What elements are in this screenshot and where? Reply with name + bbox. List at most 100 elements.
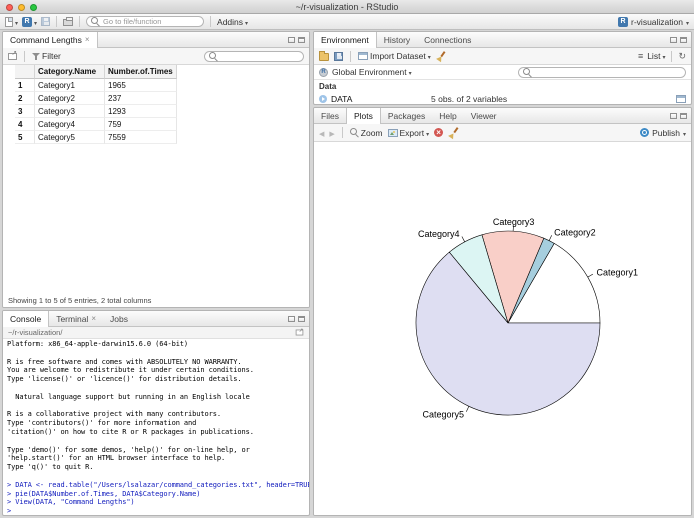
zoom-window-button[interactable] <box>30 3 37 11</box>
table-cell[interactable]: 4 <box>15 118 35 131</box>
clear-workspace-icon[interactable] <box>436 51 446 62</box>
pie-label: Category1 <box>597 268 639 278</box>
environment-object-row[interactable]: DATA 5 obs. of 2 variables <box>314 92 691 104</box>
list-view-button[interactable]: List <box>647 51 665 61</box>
close-window-button[interactable] <box>6 3 13 11</box>
pane-buttons <box>670 32 691 47</box>
environment-search-input[interactable] <box>535 67 681 77</box>
tab-console[interactable]: Console <box>3 311 50 327</box>
export-button[interactable]: Export <box>387 128 430 138</box>
open-in-window-icon[interactable] <box>8 49 17 60</box>
column-header[interactable]: Category.Name <box>35 65 105 79</box>
table-cell[interactable]: 237 <box>105 92 177 105</box>
load-workspace-icon[interactable] <box>319 50 329 61</box>
tab-connections[interactable]: Connections <box>417 32 478 47</box>
chevron-down-icon <box>686 17 689 27</box>
table-row[interactable]: 1 Category1 1965 <box>15 79 177 92</box>
maximize-pane-icon[interactable] <box>298 36 305 43</box>
next-plot-icon[interactable] <box>329 128 334 138</box>
view-data-icon[interactable] <box>676 94 686 103</box>
project-selector[interactable]: r-visualization <box>618 16 689 27</box>
save-icon[interactable] <box>41 17 51 26</box>
table-cell[interactable]: 7559 <box>105 131 177 144</box>
table-cell[interactable]: Category3 <box>35 105 105 118</box>
close-icon[interactable]: × <box>91 314 96 323</box>
maximize-pane-icon[interactable] <box>680 112 687 119</box>
global-environment-dropdown[interactable]: Global Environment <box>332 67 412 77</box>
table-row[interactable]: 5 Category5 7559 <box>15 131 177 144</box>
table-row[interactable]: 3 Category3 1293 <box>15 105 177 118</box>
clear-plots-icon[interactable] <box>448 127 458 138</box>
tab-viewer[interactable]: Viewer <box>464 108 504 123</box>
tab-plots[interactable]: Plots <box>345 108 381 124</box>
tab-help[interactable]: Help <box>432 108 463 123</box>
console-line: R is a collaborative project with many c… <box>7 410 221 419</box>
table-cell[interactable]: Category4 <box>35 118 105 131</box>
maximize-pane-icon[interactable] <box>680 36 687 43</box>
minimize-pane-icon[interactable] <box>288 315 295 322</box>
table-cell[interactable]: 3 <box>15 105 35 118</box>
table-cell[interactable]: 1293 <box>105 105 177 118</box>
tab-history[interactable]: History <box>377 32 417 47</box>
filter-button[interactable]: Filter <box>32 51 61 61</box>
expand-icon[interactable] <box>319 94 327 103</box>
tab-terminal[interactable]: Terminal × <box>49 311 103 326</box>
column-header[interactable]: Number.of.Times <box>105 65 177 79</box>
console-output[interactable]: Platform: x86_64-apple-darwin15.6.0 (64-… <box>3 339 309 515</box>
tab-packages[interactable]: Packages <box>381 108 432 123</box>
environment-search-box[interactable] <box>518 66 686 78</box>
table-cell[interactable]: Category1 <box>35 79 105 92</box>
new-project-button[interactable] <box>22 16 37 27</box>
refresh-icon[interactable] <box>678 51 686 61</box>
chevron-down-icon <box>409 67 412 77</box>
console-pane: Console Terminal × Jobs ~/r-visualizatio… <box>2 310 310 516</box>
new-file-button[interactable] <box>5 16 18 27</box>
previous-plot-icon[interactable] <box>319 128 324 138</box>
minimize-pane-icon[interactable] <box>670 36 677 43</box>
minimize-pane-icon[interactable] <box>288 36 295 43</box>
data-viewer-tabstrip: Command Lengths × <box>3 32 309 48</box>
table-cell[interactable]: 5 <box>15 131 35 144</box>
row-number-header[interactable] <box>15 65 35 79</box>
minimize-window-button[interactable] <box>18 3 25 11</box>
addins-button[interactable]: Addins <box>217 17 248 27</box>
environment-pane: Environment History Connections Import D… <box>313 31 692 105</box>
table-cell[interactable]: Category5 <box>35 131 105 144</box>
print-icon[interactable] <box>63 17 74 26</box>
console-line: Type 'demo()' for some demos, 'help()' f… <box>7 445 250 454</box>
tab-environment[interactable]: Environment <box>314 32 377 48</box>
table-cell[interactable]: 759 <box>105 118 177 131</box>
table-cell[interactable]: 1965 <box>105 79 177 92</box>
plots-tabstrip: Files Plots Packages Help Viewer <box>314 108 691 124</box>
table-cell[interactable]: Category2 <box>35 92 105 105</box>
chevron-down-icon <box>34 17 37 27</box>
tab-command-lengths[interactable]: Command Lengths × <box>3 32 98 48</box>
go-to-directory-icon[interactable] <box>295 327 304 336</box>
import-dataset-button[interactable]: Import Dataset <box>358 51 431 61</box>
table-row[interactable]: 4 Category4 759 <box>15 118 177 131</box>
table-cell[interactable]: 1 <box>15 79 35 92</box>
minimize-pane-icon[interactable] <box>670 112 677 119</box>
close-icon[interactable]: × <box>85 36 90 44</box>
table-row[interactable]: 2 Category2 237 <box>15 92 177 105</box>
object-description: 5 obs. of 2 variables <box>431 93 508 104</box>
table-search-input[interactable] <box>221 51 299 61</box>
data-viewer-pane: Command Lengths × Filter Categor <box>2 31 310 308</box>
window-controls <box>6 3 37 11</box>
console-line: > pie(DATA$Number.of.Times, DATA$Categor… <box>7 489 201 498</box>
console-line: Type 'license()' or 'licence()' for dist… <box>7 375 242 384</box>
console-line: Platform: x86_64-apple-darwin15.6.0 (64-… <box>7 340 189 348</box>
table-cell[interactable]: 2 <box>15 92 35 105</box>
goto-file-input[interactable] <box>103 17 200 26</box>
zoom-button[interactable]: Zoom <box>349 128 383 138</box>
goto-file-box[interactable] <box>86 16 205 27</box>
remove-plot-icon[interactable] <box>434 128 444 137</box>
tab-jobs[interactable]: Jobs <box>103 311 135 326</box>
publish-button[interactable]: Publish <box>640 128 686 138</box>
maximize-pane-icon[interactable] <box>298 315 305 322</box>
save-workspace-icon[interactable] <box>334 51 343 61</box>
console-line: You are welcome to redistribute it under… <box>7 366 254 375</box>
tab-files[interactable]: Files <box>314 108 346 123</box>
table-search-box[interactable] <box>204 50 304 62</box>
